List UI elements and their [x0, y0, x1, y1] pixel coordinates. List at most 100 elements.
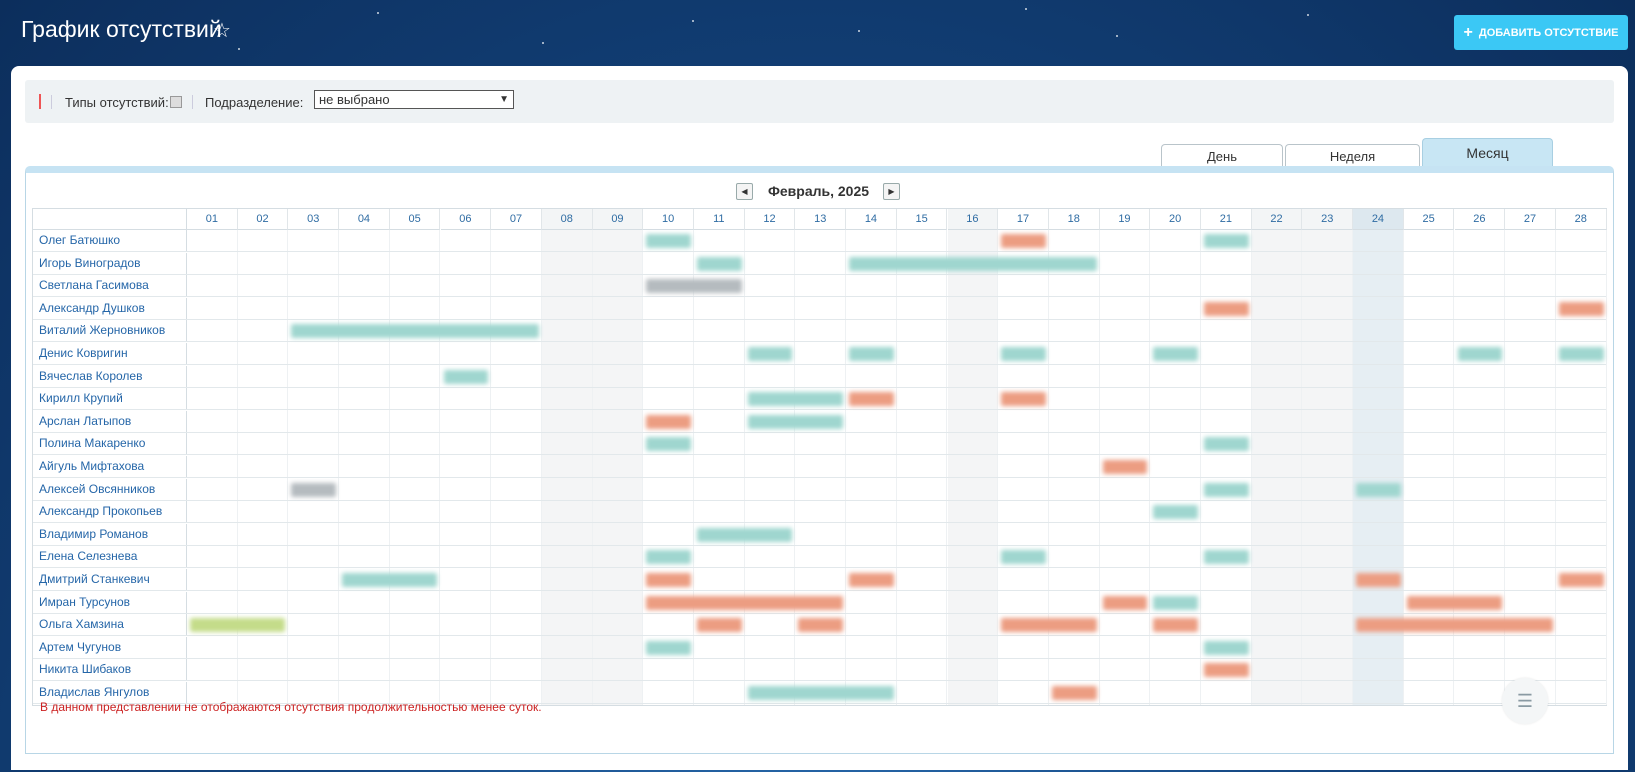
employee-name-link[interactable]: Виталий Жерновников — [33, 320, 187, 342]
absence-bar[interactable] — [1153, 618, 1198, 633]
absence-bar[interactable] — [1001, 392, 1046, 407]
absence-bar[interactable] — [1204, 301, 1249, 316]
absence-bar[interactable] — [1001, 618, 1097, 633]
absence-bar[interactable] — [697, 618, 742, 633]
absence-bar[interactable] — [1051, 686, 1097, 700]
employee-row: Елена Селезнева — [33, 546, 1606, 569]
absence-types-label: Типы отсутствий: — [65, 95, 169, 110]
chevron-down-icon: ▼ — [499, 94, 509, 105]
day-header: 18 — [1048, 209, 1100, 230]
absence-bar[interactable] — [1558, 301, 1604, 316]
employee-row: Артем Чугунов — [33, 636, 1606, 659]
next-month-button[interactable]: ▶ — [883, 183, 900, 200]
absence-bar[interactable] — [1204, 640, 1249, 655]
employee-name-link[interactable]: Дмитрий Станкевич — [33, 569, 187, 590]
employee-name-link[interactable]: Вячеслав Королев — [33, 365, 187, 387]
day-header: 14 — [846, 209, 897, 230]
employee-name-link[interactable]: Кирилл Крупий — [33, 388, 187, 410]
employee-row: Виталий Жерновников — [33, 320, 1606, 343]
add-absence-button[interactable]: + ДОБАВИТЬ ОТСУТСТВИЕ — [1454, 15, 1628, 50]
absence-bar[interactable] — [1356, 618, 1553, 633]
tab-week[interactable]: Неделя — [1285, 144, 1420, 167]
absence-bar[interactable] — [798, 618, 844, 633]
absence-bar[interactable] — [1001, 347, 1046, 361]
employee-name-link[interactable]: Олег Батюшко — [33, 230, 187, 251]
employee-name-link[interactable]: Алексей Овсянников — [33, 478, 187, 500]
absence-bar[interactable] — [646, 640, 691, 655]
tab-day[interactable]: День — [1161, 144, 1283, 167]
employee-name-link[interactable]: Денис Ковригин — [33, 343, 187, 364]
employee-row: Игорь Виноградов — [33, 252, 1606, 275]
absence-types-checkbox[interactable] — [170, 96, 182, 108]
employee-name-link[interactable]: Елена Селезнева — [33, 546, 187, 568]
absence-bar[interactable] — [1204, 437, 1249, 452]
absence-bar[interactable] — [1102, 460, 1148, 474]
absence-bar[interactable] — [291, 482, 337, 497]
absence-bar[interactable] — [646, 595, 844, 610]
absence-bar[interactable] — [443, 369, 489, 384]
absence-bar[interactable] — [1356, 573, 1401, 587]
absence-bar[interactable] — [1204, 663, 1249, 678]
absence-bar[interactable] — [1204, 234, 1249, 248]
employee-name-link[interactable]: Арслан Латыпов — [33, 410, 187, 432]
employee-row: Денис Ковригин — [33, 343, 1606, 365]
employee-name-link[interactable]: Владимир Романов — [33, 523, 187, 545]
employee-name-link[interactable]: Светлана Гасимова — [33, 275, 187, 297]
absence-bar[interactable] — [646, 550, 691, 565]
absence-bar[interactable] — [1204, 482, 1249, 497]
absence-bar[interactable] — [747, 347, 793, 361]
day-header: 17 — [998, 209, 1049, 230]
absence-bar[interactable] — [849, 347, 894, 361]
names-column-header — [33, 209, 187, 230]
employee-name-link[interactable]: Имран Турсунов — [33, 591, 187, 613]
absence-bar[interactable] — [747, 392, 844, 407]
absence-bar[interactable] — [1153, 595, 1198, 610]
absence-bar[interactable] — [342, 573, 438, 587]
absence-bar[interactable] — [747, 414, 844, 429]
absence-bar[interactable] — [1457, 347, 1503, 361]
day-header: 24 — [1353, 209, 1404, 230]
absence-bar[interactable] — [646, 279, 742, 294]
absence-bar[interactable] — [849, 573, 894, 587]
day-header: 09 — [592, 209, 644, 230]
absence-bar[interactable] — [1153, 347, 1198, 361]
divider — [192, 95, 193, 109]
absence-bar[interactable] — [646, 234, 691, 248]
employee-name-link[interactable]: Ольга Хамзина — [33, 614, 187, 636]
star-outline-icon[interactable]: ☆ — [213, 18, 231, 43]
day-header: 12 — [744, 209, 796, 230]
absence-bar[interactable] — [849, 256, 1097, 271]
absence-bar[interactable] — [1102, 595, 1148, 610]
absence-bar[interactable] — [646, 573, 691, 587]
absence-bar[interactable] — [697, 527, 793, 542]
employee-name-link[interactable]: Полина Макаренко — [33, 433, 187, 455]
absence-bar[interactable] — [1356, 482, 1401, 497]
day-header: 04 — [339, 209, 390, 230]
absence-bar[interactable] — [291, 324, 539, 339]
add-absence-label: ДОБАВИТЬ ОТСУТСТВИЕ — [1478, 26, 1619, 39]
employee-name-link[interactable]: Александр Прокопьев — [33, 501, 187, 523]
absence-bar[interactable] — [1001, 234, 1046, 248]
employee-name-link[interactable]: Никита Шибаков — [33, 659, 187, 681]
calendar-grid: 01 02 03 04 05 06 07 08 09 10 11 12 13 14 15 16 17 18 19 20… — [32, 208, 1607, 706]
absence-bar[interactable] — [190, 618, 286, 633]
absence-bar[interactable] — [849, 392, 894, 407]
absence-bar[interactable] — [646, 414, 691, 429]
absence-bar[interactable] — [1558, 573, 1604, 587]
tab-month[interactable]: Месяц — [1422, 138, 1553, 167]
absence-bar[interactable] — [1558, 347, 1604, 361]
employee-name-link[interactable]: Игорь Виноградов — [33, 252, 187, 274]
employee-name-link[interactable]: Александр Душков — [33, 297, 187, 319]
employee-name-link[interactable]: Айгуль Мифтахова — [33, 456, 187, 477]
absence-bar[interactable] — [697, 256, 742, 271]
absence-bar[interactable] — [1204, 550, 1249, 565]
absence-bar[interactable] — [1153, 505, 1198, 520]
absence-bar[interactable] — [747, 686, 894, 700]
prev-month-button[interactable]: ◀ — [736, 183, 753, 200]
absence-bar[interactable] — [1406, 595, 1503, 610]
absence-bar[interactable] — [1001, 550, 1046, 565]
list-icon[interactable]: ☰ — [1502, 678, 1548, 724]
department-select[interactable]: не выбрано ▼ — [314, 90, 514, 109]
absence-bar[interactable] — [646, 437, 691, 452]
employee-name-link[interactable]: Артем Чугунов — [33, 636, 187, 658]
